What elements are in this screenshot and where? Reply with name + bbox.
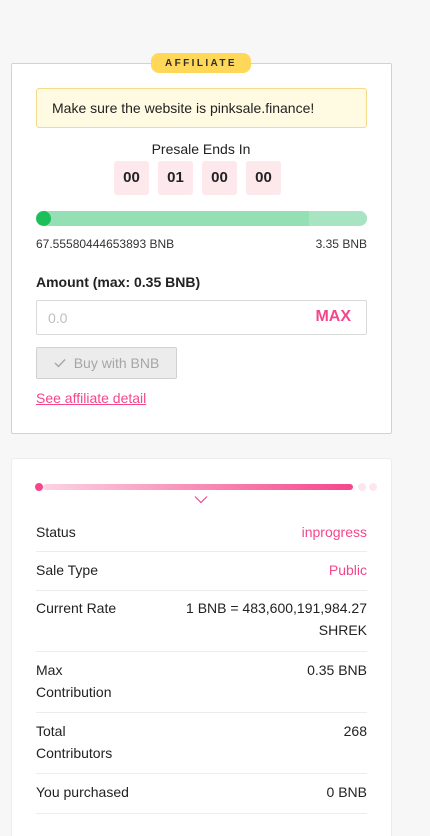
amount-input[interactable]	[37, 301, 297, 334]
timer-minutes: 00	[202, 161, 237, 195]
sale-type-value: Public	[328, 562, 367, 578]
you-purchased-value: 0 BNB	[326, 784, 367, 800]
stage-dot	[369, 483, 377, 491]
presale-progress-bar	[36, 211, 367, 226]
current-rate-value: 1 BNB = 483,600,191,984.27 SHREK	[186, 600, 367, 638]
sale-type-label: Sale Type	[36, 562, 99, 578]
info-row-sale-type: Sale Type Public	[36, 552, 367, 591]
info-row-status: Status inprogress	[36, 514, 367, 552]
total-contributors-value: 268	[343, 723, 367, 739]
presale-ends-label: Presale Ends In	[151, 141, 251, 157]
info-row-max-contribution: Max Contribution 0.35 BNB	[36, 652, 367, 713]
sale-stage-indicator	[35, 482, 380, 492]
total-contributors-label: Total Contributors	[36, 723, 113, 761]
buy-with-bnb-button[interactable]: Buy with BNB	[36, 347, 177, 379]
status-label: Status	[36, 524, 76, 540]
cap-amount: 3.35 BNB	[315, 237, 367, 251]
info-row-current-rate: Current Rate 1 BNB = 483,600,191,984.27 …	[36, 591, 367, 652]
stage-dot	[358, 483, 366, 491]
timer-days: 00	[114, 161, 149, 195]
amount-field-wrapper: MAX	[36, 300, 367, 335]
stage-dot-start	[35, 483, 43, 491]
max-button[interactable]: MAX	[315, 308, 351, 326]
max-contribution-label: Max Contribution	[36, 662, 112, 700]
countdown-timer: 00 01 00 00	[114, 161, 281, 195]
info-row-you-purchased: You purchased 0 BNB	[36, 774, 367, 814]
max-contribution-value: 0.35 BNB	[307, 662, 367, 678]
progress-track-segment	[309, 211, 367, 226]
status-value: inprogress	[301, 524, 367, 540]
progress-fill	[36, 211, 51, 226]
affiliate-detail-link[interactable]: See affiliate detail	[36, 390, 146, 406]
amount-label: Amount (max: 0.35 BNB)	[36, 274, 201, 290]
current-rate-label: Current Rate	[36, 600, 117, 616]
affiliate-badge: AFFILIATE	[151, 53, 251, 73]
check-icon	[54, 359, 66, 368]
chevron-down-icon	[194, 496, 208, 504]
info-row-total-contributors: Total Contributors 268	[36, 713, 367, 774]
stage-progress-line	[43, 484, 353, 490]
timer-hours: 01	[158, 161, 193, 195]
sale-info-table: Status inprogress Sale Type Public Curre…	[36, 514, 367, 814]
you-purchased-label: You purchased	[36, 784, 129, 800]
website-notice: Make sure the website is pinksale.financ…	[36, 88, 367, 128]
buy-button-label: Buy with BNB	[73, 355, 160, 371]
timer-seconds: 00	[246, 161, 281, 195]
raised-amount: 67.55580444653893 BNB	[36, 237, 175, 251]
